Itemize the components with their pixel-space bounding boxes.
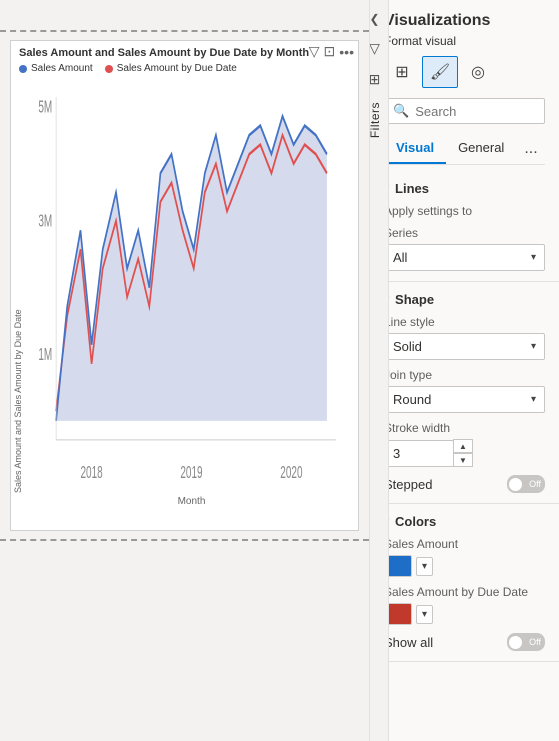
apply-settings-label: Apply settings to (384, 204, 545, 218)
panel-scroll: ▾ Lines Apply settings to Series All ▾ ▾… (370, 171, 559, 741)
line-style-arrow: ▾ (531, 341, 536, 352)
focus-icon[interactable]: ⊡ (324, 43, 336, 60)
tabs: Visual General ... (384, 134, 545, 165)
svg-text:3M: 3M (38, 211, 52, 231)
more-options-icon[interactable]: ••• (339, 44, 354, 60)
analytics-icon-btn[interactable]: ◎ (460, 56, 496, 88)
stepped-toggle[interactable]: Off (507, 475, 545, 493)
series-value: All (393, 250, 407, 265)
sales-amount-swatch-dropdown[interactable]: ▾ (416, 557, 433, 576)
lines-section: ▾ Lines Apply settings to Series All ▾ (370, 171, 559, 282)
line-style-dropdown[interactable]: Solid ▾ (384, 333, 545, 360)
svg-text:5M: 5M (38, 96, 52, 116)
chart-container: ▽ ⊡ ••• Sales Amount and Sales Amount by… (10, 40, 359, 531)
sales-due-date-color-label: Sales Amount by Due Date (384, 585, 545, 599)
panel-header: Visualizations Format visual ⊞ 🖌 ◎ 🔍 Vis… (370, 0, 559, 171)
right-panel: Visualizations Format visual ⊞ 🖌 ◎ 🔍 Vis… (370, 0, 559, 741)
tab-more[interactable]: ... (516, 134, 545, 164)
colors-section: ▾ Colors Sales Amount ▾ Sales Amount by … (370, 504, 559, 662)
show-all-label: Show all (384, 635, 433, 650)
line-style-label: Line style (384, 315, 545, 329)
x-axis-label: Month (25, 496, 358, 507)
stepped-label: Stepped (384, 477, 432, 492)
collapse-icon[interactable]: ❮ (369, 12, 379, 26)
chart-area: ▽ ⊡ ••• Sales Amount and Sales Amount by… (0, 0, 370, 741)
sales-amount-color-row: ▾ (384, 555, 545, 577)
stepper-down[interactable]: ▼ (453, 453, 473, 467)
line-style-value: Solid (393, 339, 422, 354)
legend-label-sales: Sales Amount (31, 63, 93, 74)
series-dropdown-arrow: ▾ (531, 252, 536, 263)
colors-section-title: Colors (395, 514, 436, 529)
panel-title: Visualizations (384, 12, 545, 30)
search-box: 🔍 (384, 98, 545, 124)
shape-section: ▾ Shape Line style Solid ▾ Join type Rou… (370, 282, 559, 504)
series-label: Series (384, 226, 545, 240)
format-icon-btn[interactable]: 🖌 (422, 56, 458, 88)
svg-text:2018: 2018 (80, 462, 102, 482)
stepped-toggle-row: Stepped Off (384, 475, 545, 493)
shape-section-header[interactable]: ▾ Shape (384, 292, 545, 307)
lines-section-title: Lines (395, 181, 429, 196)
expand-chart-icon[interactable]: ⊞ (369, 71, 381, 88)
stroke-width-label: Stroke width (384, 421, 545, 435)
join-type-value: Round (393, 392, 431, 407)
format-visual-label: Format visual (384, 34, 545, 48)
legend-dot-sales (19, 65, 27, 73)
search-icon: 🔍 (393, 103, 409, 119)
stepper-up[interactable]: ▲ (453, 439, 473, 453)
stepped-toggle-wrap: Off (507, 475, 545, 493)
svg-text:1M: 1M (38, 344, 52, 364)
join-type-dropdown[interactable]: Round ▾ (384, 386, 545, 413)
svg-text:2020: 2020 (280, 462, 302, 482)
join-type-label: Join type (384, 368, 545, 382)
sales-due-date-color-row: ▾ (384, 603, 545, 625)
series-dropdown[interactable]: All ▾ (384, 244, 545, 271)
dotted-bottom-border (0, 539, 369, 541)
legend-item-due-date: Sales Amount by Due Date (105, 63, 237, 74)
join-type-arrow: ▾ (531, 394, 536, 405)
show-all-toggle-row: Show all Off (384, 633, 545, 651)
svg-text:2019: 2019 (180, 462, 202, 482)
stepper-arrows: ▲ ▼ (453, 439, 473, 467)
stepped-toggle-knob (509, 478, 522, 491)
filter-icon[interactable]: ▽ (369, 40, 380, 57)
filter-chart-icon[interactable]: ▽ (309, 43, 320, 60)
sales-due-date-swatch-dropdown[interactable]: ▾ (416, 605, 433, 624)
chart-legend: Sales Amount Sales Amount by Due Date (11, 61, 358, 78)
colors-section-header[interactable]: ▾ Colors (384, 514, 545, 529)
dotted-top-border (0, 30, 369, 32)
tab-general[interactable]: General (446, 134, 516, 164)
chart-svg: 5M 3M 1M 2018 2019 2020 (25, 78, 358, 497)
fields-icon: ⊞ (395, 62, 408, 82)
sales-amount-color-label: Sales Amount (384, 537, 545, 551)
fields-icon-btn[interactable]: ⊞ (384, 56, 420, 88)
show-all-toggle-text: Off (529, 637, 541, 647)
search-input[interactable] (415, 104, 536, 119)
show-all-toggle-knob (509, 636, 522, 649)
analytics-icon: ◎ (471, 62, 485, 82)
chart-toolbar: ▽ ⊡ ••• (309, 43, 354, 60)
area-fill (56, 116, 327, 421)
icon-row: ⊞ 🖌 ◎ (384, 56, 545, 88)
y-axis-label: Sales Amount and Sales Amount by Due Dat… (11, 78, 25, 497)
stepped-toggle-text: Off (529, 479, 541, 489)
legend-item-sales: Sales Amount (19, 63, 93, 74)
format-icon: 🖌 (430, 62, 450, 82)
shape-section-title: Shape (395, 292, 434, 307)
lines-section-header[interactable]: ▾ Lines (384, 181, 545, 196)
legend-label-due-date: Sales Amount by Due Date (117, 63, 237, 74)
stroke-width-input[interactable] (384, 440, 454, 467)
tab-visual[interactable]: Visual (384, 134, 446, 164)
show-all-toggle[interactable]: Off (507, 633, 545, 651)
chart-title: Sales Amount and Sales Amount by Due Dat… (11, 41, 358, 61)
stroke-width-stepper: ▲ ▼ (384, 439, 545, 467)
legend-dot-due-date (105, 65, 113, 73)
